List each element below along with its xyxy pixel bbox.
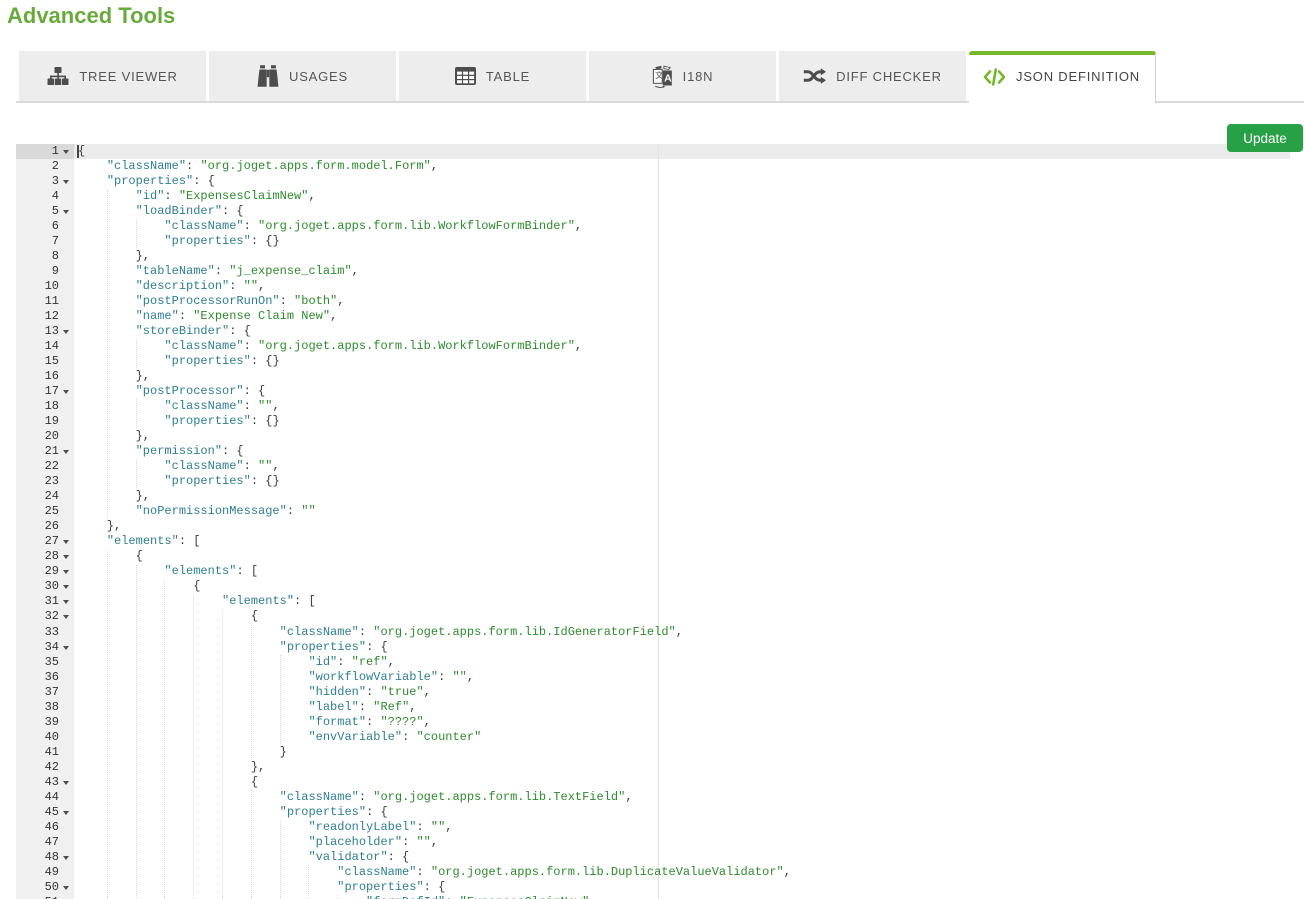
svg-text:文: 文 [655,70,664,80]
svg-text:A: A [664,72,672,84]
